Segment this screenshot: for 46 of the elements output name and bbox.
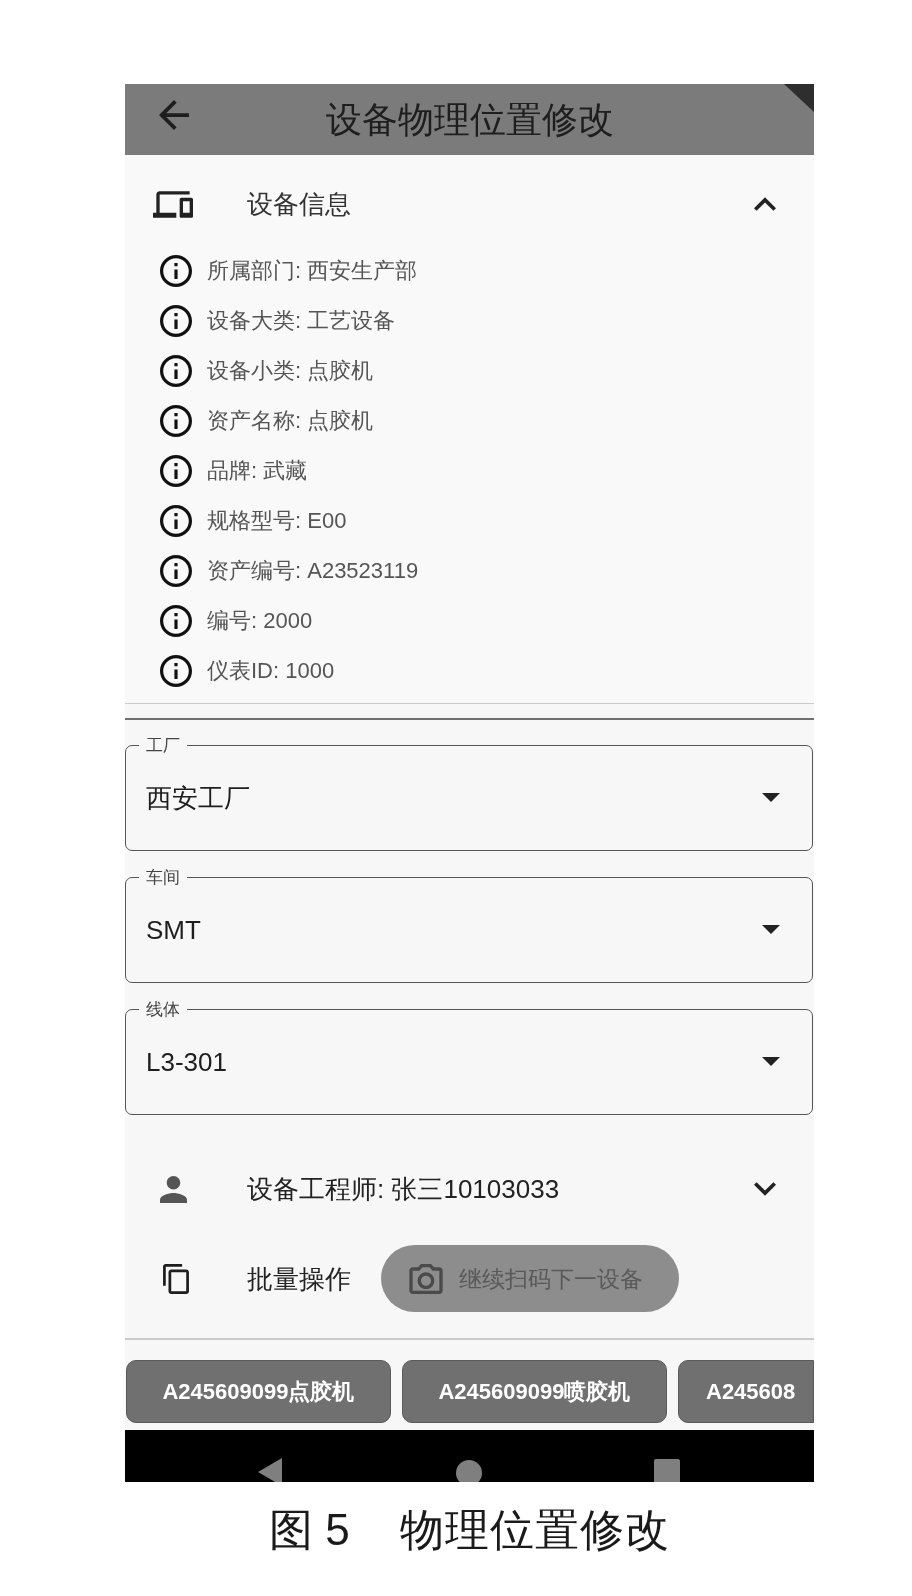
info-icon xyxy=(160,255,192,287)
device-chip[interactable]: A245608 xyxy=(678,1360,814,1423)
device-chip[interactable]: A245609099点胶机 xyxy=(126,1360,391,1423)
info-icon xyxy=(160,305,192,337)
info-text: 规格型号: E00 xyxy=(207,507,347,535)
dropdown-caret-icon xyxy=(762,925,780,934)
dropdown-value: SMT xyxy=(146,914,201,946)
chevron-down-icon[interactable] xyxy=(754,1182,776,1196)
camera-icon xyxy=(409,1263,443,1294)
nav-back-icon[interactable] xyxy=(258,1458,282,1482)
field-label: 工厂 xyxy=(139,735,187,756)
info-icon xyxy=(160,355,192,387)
info-text: 编号: 2000 xyxy=(207,607,313,635)
person-icon xyxy=(160,1175,187,1203)
figure-number: 图 5 xyxy=(269,1504,350,1556)
info-icon xyxy=(160,655,192,687)
dropdown-value: L3-301 xyxy=(146,1046,227,1078)
section-title: 设备信息 xyxy=(247,188,351,220)
app-bar-title: 设备物理位置修改 xyxy=(325,97,614,142)
info-icon xyxy=(160,405,192,437)
info-text: 设备大类: 工艺设备 xyxy=(207,307,396,335)
chevron-up-icon[interactable] xyxy=(754,197,776,211)
device-chip[interactable]: A245609099喷胶机 xyxy=(402,1360,667,1423)
engineer-text: 设备工程师: 张三10103033 xyxy=(247,1173,560,1205)
info-icon xyxy=(160,605,192,637)
devices-icon xyxy=(153,190,193,218)
dropdown-caret-icon xyxy=(762,793,780,802)
info-icon xyxy=(160,505,192,537)
corner-banner-icon xyxy=(784,84,814,112)
dropdown-caret-icon xyxy=(762,1057,780,1066)
info-text: 品牌: 武藏 xyxy=(207,457,308,485)
info-text: 设备小类: 点胶机 xyxy=(207,357,374,385)
copy-icon[interactable] xyxy=(163,1263,189,1294)
info-text: 资产编号: A23523119 xyxy=(207,557,419,585)
info-text: 所属部门: 西安生产部 xyxy=(207,257,418,285)
nav-home-icon[interactable] xyxy=(456,1460,482,1482)
info-text: 资产名称: 点胶机 xyxy=(207,407,374,435)
info-text: 仪表ID: 1000 xyxy=(207,657,335,685)
figure-caption: 物理位置修改 xyxy=(399,1504,670,1556)
back-arrow-icon[interactable] xyxy=(159,100,189,130)
dropdown-value: 西安工厂 xyxy=(146,782,250,814)
field-label: 车间 xyxy=(139,867,187,888)
info-icon xyxy=(160,455,192,487)
field-label: 线体 xyxy=(139,999,187,1020)
batch-label: 批量操作 xyxy=(247,1262,351,1295)
info-icon xyxy=(160,555,192,587)
